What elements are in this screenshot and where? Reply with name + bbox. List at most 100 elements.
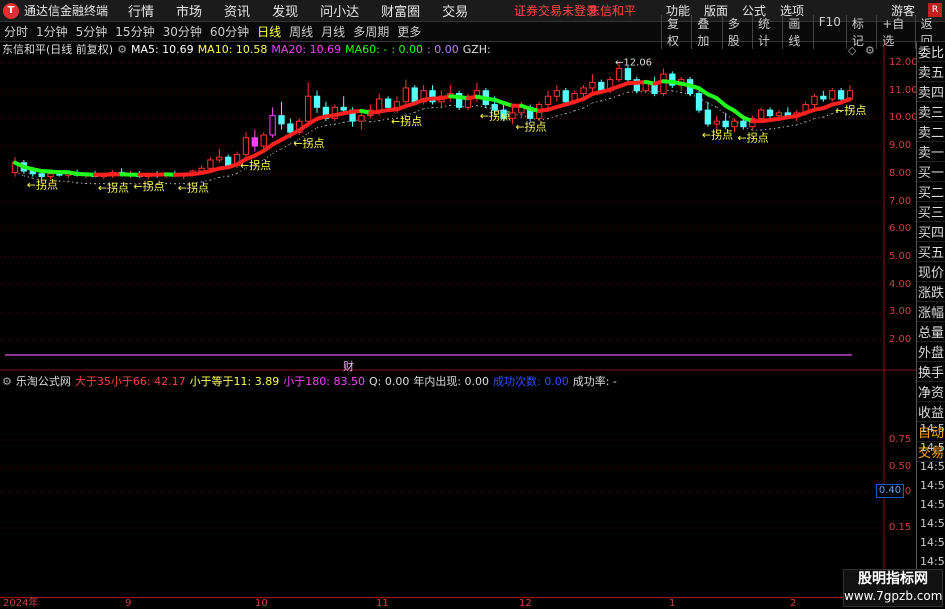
side-panel-item[interactable]: 卖二 (917, 122, 945, 142)
time-label: 14:56 (920, 536, 945, 549)
support-dotted-line (707, 102, 717, 108)
candle-body (340, 106, 347, 111)
menu-ask[interactable]: 问小达 (320, 1, 359, 20)
side-panel-item[interactable]: 涨跌 (917, 282, 945, 302)
period-multi[interactable]: 多周期 (349, 23, 393, 40)
side-panel-item[interactable]: 买四 (917, 222, 945, 242)
turning-point-label: ←拐点 (835, 103, 866, 117)
period-30min[interactable]: 30分钟 (159, 23, 206, 40)
settings-icon[interactable]: ⚙ (117, 43, 127, 56)
support-dotted-line (672, 90, 682, 94)
candle-body (544, 95, 552, 106)
period-15min[interactable]: 15分钟 (111, 23, 158, 40)
menu-quotes[interactable]: 行情 (128, 1, 154, 20)
watermark-url: www.7gpzb.com (844, 589, 943, 603)
support-dotted-line (814, 116, 824, 120)
support-dotted-line (281, 143, 291, 150)
candle-body (304, 95, 312, 122)
menu-trade[interactable]: 交易 (442, 1, 468, 20)
ind-v3: 小于180: 83.50 (283, 375, 365, 388)
ind-v1: 大于35小于66: 42.17 (74, 375, 186, 388)
candle-body (242, 137, 250, 155)
side-panel-item[interactable]: 现价 (917, 262, 945, 282)
period-toolbar: 分时 1分钟 5分钟 15分钟 30分钟 60分钟 日线 周线 月线 多周期 更… (0, 14, 945, 49)
turning-point-label: ←拐点 (98, 180, 129, 194)
price-tick-label: 11.00 (889, 84, 918, 96)
right-side-panel: 委比 卖五 卖四 卖三 卖二 卖一 买一 买二 买三 买四 买五 现价 涨跌 涨幅 总量 外盘 换手 净资 收益 自动… (916, 42, 945, 597)
support-dotted-line (210, 176, 220, 181)
candle-body (624, 68, 632, 81)
candle-body (269, 115, 276, 136)
kline-chart[interactable]: ←拐点 ←拐点 ←拐点 ←拐点 ←拐点 ←拐点 ←拐点 ←拐点 ←拐点 ←拐点 ←拐点 ←拐点 ←12.… (0, 42, 916, 597)
candle-body (740, 120, 747, 128)
side-panel-item[interactable]: 买三 (917, 202, 945, 222)
support-dotted-line (370, 120, 380, 123)
ind-v6: 成功次数: 0.00 (493, 375, 569, 388)
side-panel-item[interactable]: 卖一 (917, 142, 945, 162)
period-week[interactable]: 周线 (285, 23, 317, 40)
side-panel-item[interactable]: 换手 (917, 362, 945, 382)
price-tick-label: 6.00 (889, 223, 912, 235)
candle-body (829, 90, 836, 100)
period-more[interactable]: 更多 (393, 23, 425, 40)
peak-label: ←12.06 (615, 57, 652, 68)
menu-market[interactable]: 市场 (176, 1, 202, 20)
turning-point-label: ←拐点 (737, 130, 768, 144)
candle-body (376, 98, 383, 111)
ma60-value: MA60: - (345, 42, 388, 56)
stock-title: 东信和平(日线 前复权) (2, 43, 114, 56)
side-panel-item[interactable]: 买一 (917, 162, 945, 182)
date-axis: 2024年 9 10 11 12 1 2 (0, 597, 916, 609)
date-tick: 1 (669, 598, 676, 609)
side-panel-item[interactable]: 买五 (917, 242, 945, 262)
candle-body (695, 92, 703, 111)
turning-point-label: ←拐点 (515, 119, 546, 133)
indicator-settings-icon[interactable]: ⚙ (2, 375, 12, 388)
price-tick-label: 3.00 (889, 306, 912, 318)
ind-v4: Q: 0.00 (368, 374, 410, 388)
trade-login-status[interactable]: 证券交易未登录 (514, 2, 598, 19)
candle-body (287, 123, 294, 133)
gzh-label: GZH: (462, 42, 491, 56)
side-panel-item[interactable]: 净资 (917, 382, 945, 402)
side-panel-item[interactable]: 委比 (917, 42, 945, 62)
period-5min[interactable]: 5分钟 (72, 23, 112, 40)
turning-point-label: ←拐点 (240, 158, 271, 172)
period-day[interactable]: 日线 (253, 23, 285, 40)
settings-icon-right[interactable]: ⚙ (865, 44, 875, 57)
period-month[interactable]: 月线 (317, 23, 349, 40)
support-dotted-line (565, 110, 575, 115)
candle-body (251, 137, 259, 147)
period-tick[interactable]: 分时 (0, 23, 32, 40)
price-tick-label: 7.00 (889, 195, 912, 207)
candle-body (775, 112, 783, 117)
side-panel-item[interactable]: 买二 (917, 182, 945, 202)
diamond-icon[interactable]: ◇ (848, 44, 856, 57)
price-tick-label: 9.00 (889, 140, 912, 152)
support-dotted-line (414, 108, 424, 113)
support-dotted-line (787, 124, 797, 127)
support-dotted-line (583, 102, 593, 109)
date-tick: 10 (255, 598, 268, 609)
candle-body (207, 159, 214, 169)
date-tick: 2 (790, 598, 797, 609)
support-dotted-line (778, 125, 788, 129)
side-panel-item[interactable]: 涨幅 (917, 302, 945, 322)
menu-wealth[interactable]: 财富圈 (381, 1, 420, 20)
side-panel-item[interactable]: 卖三 (917, 102, 945, 122)
side-panel-item[interactable]: 收益 (917, 402, 945, 422)
side-panel-item[interactable]: 外盘 (917, 342, 945, 362)
ind-v2: 小于等于11: 3.89 (189, 375, 280, 388)
support-dotted-line (574, 107, 584, 112)
support-dotted-line (609, 94, 620, 99)
ind-v5: 年内出现: 0.00 (413, 375, 490, 388)
side-panel-item[interactable]: 卖五 (917, 62, 945, 82)
side-panel-item[interactable]: 总量 (917, 322, 945, 342)
period-60min[interactable]: 60分钟 (206, 23, 253, 40)
support-dotted-line (805, 118, 815, 123)
period-1min[interactable]: 1分钟 (32, 23, 72, 40)
candle-body (393, 101, 401, 108)
side-panel-item[interactable]: 卖四 (917, 82, 945, 102)
menu-news[interactable]: 资讯 (224, 1, 250, 20)
menu-discover[interactable]: 发现 (272, 1, 298, 20)
